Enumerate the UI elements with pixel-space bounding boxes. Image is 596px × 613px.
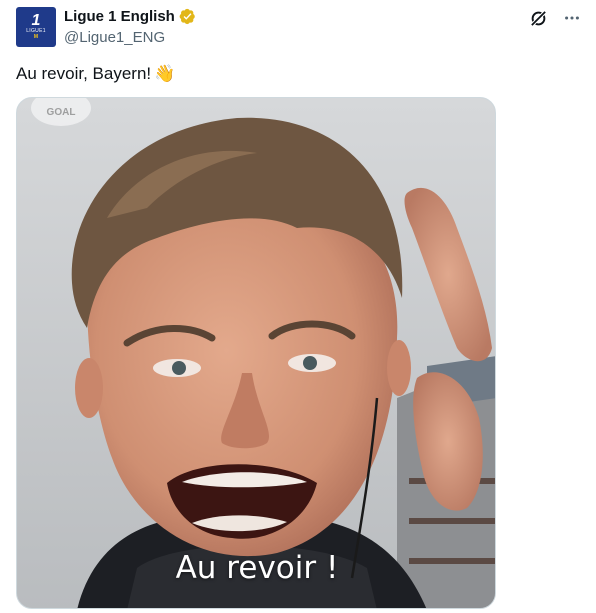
video-media[interactable]: GOAL Au revoir ! (16, 97, 496, 609)
avatar-sub: M (33, 34, 39, 40)
verified-badge-icon[interactable] (179, 8, 196, 25)
tweet-text: Au revoir, Bayern! 👋 (16, 62, 175, 86)
video-frame (17, 98, 495, 608)
video-caption: Au revoir ! (175, 550, 339, 586)
waving-hand-emoji: 👋 (154, 64, 176, 83)
author-name-row: Ligue 1 English (64, 8, 196, 25)
grok-icon[interactable] (528, 8, 548, 28)
avatar-mark: 1 (31, 12, 41, 29)
author-display-name[interactable]: Ligue 1 English (64, 8, 175, 25)
author-handle[interactable]: @Ligue1_ENG (64, 29, 165, 46)
tweet-text-body: Au revoir, Bayern! (16, 64, 152, 83)
header-actions (528, 8, 582, 28)
avatar[interactable]: 1 LIGUE1 M (16, 7, 56, 47)
more-icon[interactable] (562, 8, 582, 28)
tweet-card: 1 LIGUE1 M Ligue 1 English @Ligue1_ENG A… (0, 0, 596, 613)
